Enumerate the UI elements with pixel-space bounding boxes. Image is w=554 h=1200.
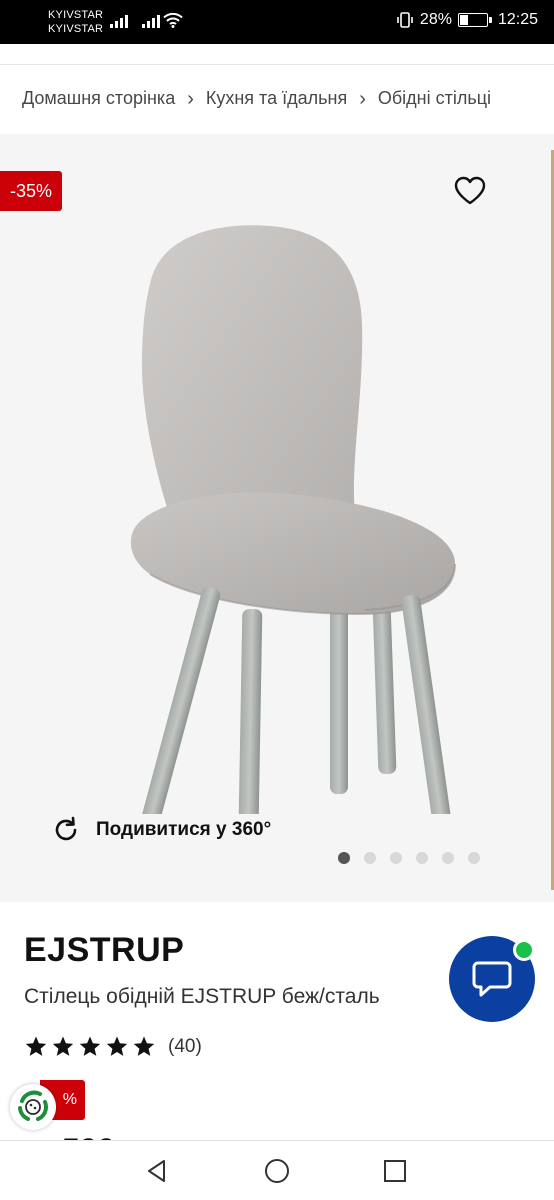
rotate-icon [55,816,77,841]
breadcrumb-home[interactable]: Домашня сторінка [22,88,175,109]
clock: 12:25 [497,11,538,28]
breadcrumb: Домашня сторінка › Кухня та їдальня › Об… [22,88,491,109]
star-icon [52,1036,74,1056]
product-description: Стілець обідній EJSTRUP беж/сталь [24,985,380,1008]
star-icon [133,1036,155,1056]
star-icon [106,1036,128,1056]
vibrate-icon [397,12,413,28]
rating-stars [24,1035,156,1059]
view-360-label: Подивитися у 360° [96,819,272,840]
carrier-2: KYIVSTAR [48,23,104,35]
heart-icon[interactable] [453,175,487,207]
rating-count: (40) [168,1036,202,1057]
product-rating[interactable]: (40) [24,1035,202,1059]
discount-badge: -35% [0,171,62,211]
pagination-dot[interactable] [390,852,402,864]
chat-bubble-icon [472,961,512,997]
pagination-dot[interactable] [364,852,376,864]
wifi-icon [163,12,183,28]
view-360-button[interactable]: Подивитися у 360° [52,816,271,844]
battery-percent: 28% [419,11,452,28]
carrier-1: KYIVSTAR [48,9,104,21]
pagination-dot[interactable] [468,852,480,864]
carrier-names: KYIVSTAR KYIVSTAR [48,8,103,36]
home-icon[interactable] [264,1158,290,1184]
online-indicator [513,939,535,961]
back-icon[interactable] [144,1158,170,1184]
status-bar: KYIVSTAR KYIVSTAR 28% 12:25 [0,0,554,44]
header-divider [0,64,554,65]
breadcrumb-separator: › [187,87,194,110]
eco-button[interactable] [10,1084,56,1130]
signal-icon [110,14,128,28]
signal-icon [142,14,160,28]
star-icon [25,1036,47,1056]
price-partial: 599 [62,1130,142,1140]
product-image-chair [130,225,456,814]
breadcrumb-kitchen[interactable]: Кухня та їдальня [206,88,347,109]
product-gallery[interactable]: -35% Подивитися у 360° [0,134,554,902]
battery-icon [457,13,492,27]
breadcrumb-dining-chairs[interactable]: Обідні стільці [378,88,491,109]
system-navigation-bar [0,1140,554,1200]
pagination-dot[interactable] [338,852,350,864]
pagination-dot[interactable] [416,852,428,864]
product-name: EJSTRUP [24,931,185,969]
pagination-dot[interactable] [442,852,454,864]
recents-icon[interactable] [382,1158,408,1184]
recycle-icon [18,1090,48,1121]
star-icon [79,1036,101,1056]
breadcrumb-separator: › [359,87,366,110]
gallery-pagination [338,852,480,864]
